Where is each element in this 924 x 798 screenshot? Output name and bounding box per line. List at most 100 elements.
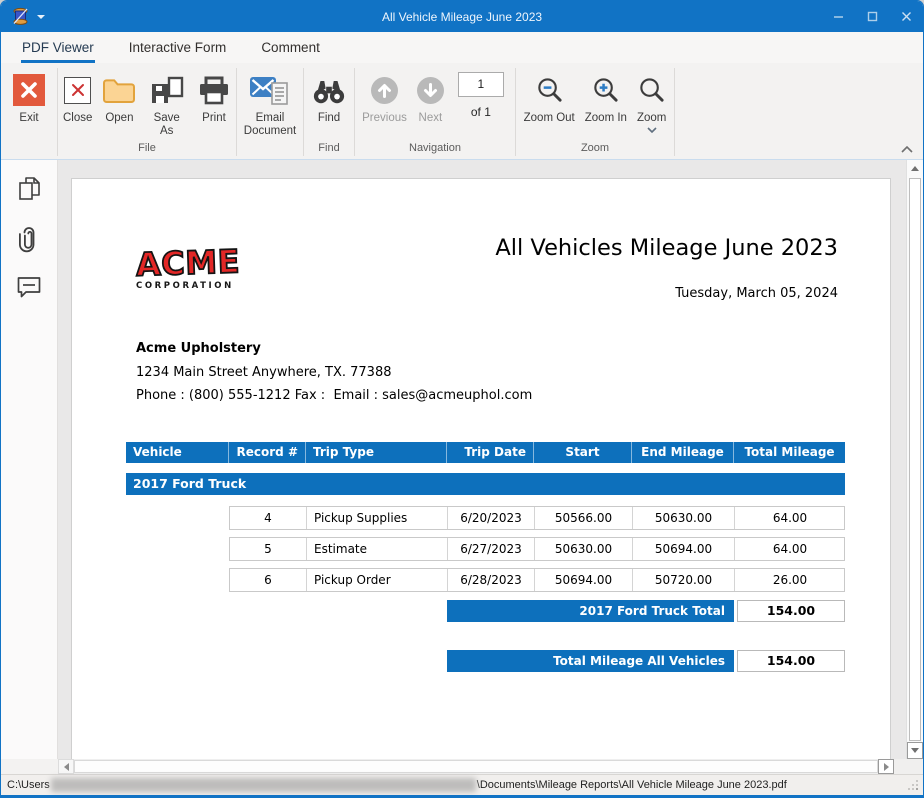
cell-record: 6 xyxy=(230,569,307,591)
horizontal-scroll-thumb[interactable] xyxy=(74,760,878,773)
zoom-out-button[interactable]: Zoom Out xyxy=(519,67,580,125)
cell-start: 50630.00 xyxy=(535,538,633,560)
ribbon-group-navigation: Previous Next 1 of 1 Navigation xyxy=(355,63,515,159)
email-document-icon xyxy=(249,74,291,107)
ribbon-group-file: Close Open xyxy=(58,63,236,159)
vertical-scrollbar[interactable] xyxy=(906,160,923,759)
left-panel-bar xyxy=(1,160,58,759)
cell-start: 50694.00 xyxy=(535,569,633,591)
scroll-up-button[interactable] xyxy=(907,160,923,177)
grand-total-row: Total Mileage All Vehicles 154.00 xyxy=(447,650,845,672)
pages-icon xyxy=(17,176,42,202)
exit-icon xyxy=(13,74,45,106)
ribbon-tab-row: PDF Viewer Interactive Form Comment xyxy=(1,32,923,63)
page-number-input[interactable]: 1 xyxy=(458,72,504,97)
table-header-row: Vehicle Record # Trip Type Trip Date Sta… xyxy=(126,442,845,463)
paperclip-icon xyxy=(18,224,40,253)
print-icon xyxy=(197,76,231,105)
report-date: Tuesday, March 05, 2024 xyxy=(675,286,838,301)
cell-trip-type: Pickup Supplies xyxy=(307,507,448,529)
close-doc-icon xyxy=(64,77,91,104)
tab-pdf-viewer[interactable]: PDF Viewer xyxy=(21,32,95,63)
cell-record: 4 xyxy=(230,507,307,529)
zoom-out-icon xyxy=(535,76,564,105)
exit-button[interactable]: Exit xyxy=(8,67,50,125)
arrow-down-circle-icon xyxy=(417,77,444,104)
email-document-button[interactable]: Email Document xyxy=(237,67,303,138)
arrow-up-circle-icon xyxy=(371,77,398,104)
report-title: All Vehicles Mileage June 2023 xyxy=(495,235,838,261)
pages-panel-button[interactable] xyxy=(13,173,45,205)
zoom-dropdown-button[interactable]: Zoom xyxy=(632,67,671,133)
cell-total: 26.00 xyxy=(735,569,845,591)
zoom-in-button[interactable]: Zoom In xyxy=(580,67,632,125)
collapse-ribbon-button[interactable] xyxy=(898,142,916,156)
open-button[interactable]: Open xyxy=(97,67,141,125)
vertical-scroll-thumb[interactable] xyxy=(909,178,921,741)
table-row: 6 Pickup Order 6/28/2023 50694.00 50720.… xyxy=(229,568,845,592)
tab-interactive-form[interactable]: Interactive Form xyxy=(128,32,228,63)
mileage-table: Vehicle Record # Trip Type Trip Date Sta… xyxy=(126,442,845,672)
print-button[interactable]: Print xyxy=(192,67,236,125)
header-total-mileage: Total Mileage xyxy=(734,442,845,463)
find-button[interactable]: Find xyxy=(307,67,351,125)
group-total-value: 154.00 xyxy=(737,600,845,622)
zoom-magnifier-icon xyxy=(637,76,666,105)
cell-trip-date: 6/27/2023 xyxy=(448,538,535,560)
comments-panel-button[interactable] xyxy=(13,271,45,303)
attachments-panel-button[interactable] xyxy=(13,222,45,254)
app-window: All Vehicle Mileage June 2023 xyxy=(0,0,924,798)
ribbon-group-email: Email Document xyxy=(237,63,303,159)
redacted-username xyxy=(51,778,476,792)
scroll-right-button[interactable] xyxy=(878,759,894,774)
cell-end: 50630.00 xyxy=(633,507,735,529)
tab-comment[interactable]: Comment xyxy=(260,32,321,63)
company-name: Acme Upholstery xyxy=(136,341,261,356)
ribbon-group-exit: Exit xyxy=(1,63,57,159)
save-as-icon xyxy=(149,76,185,105)
cell-trip-date: 6/28/2023 xyxy=(448,569,535,591)
vehicle-group-band: 2017 Ford Truck xyxy=(126,473,845,495)
cell-start: 50566.00 xyxy=(535,507,633,529)
file-path: \Documents\Mileage Reports\All Vehicle M… xyxy=(477,779,787,791)
title-bar: All Vehicle Mileage June 2023 xyxy=(1,1,923,32)
group-total-label: 2017 Ford Truck Total xyxy=(447,600,734,622)
horizontal-scrollbar[interactable] xyxy=(1,759,923,774)
page-number-widget: 1 of 1 xyxy=(449,67,513,119)
ribbon: Exit Close xyxy=(1,63,923,160)
chevron-down-icon xyxy=(647,127,657,133)
maximize-button[interactable] xyxy=(855,1,889,32)
ribbon-group-zoom: Zoom Out Zoom In xyxy=(516,63,674,159)
minimize-button[interactable] xyxy=(821,1,855,32)
group-label-navigation: Navigation xyxy=(355,141,515,159)
logo-text: ACME xyxy=(135,245,240,281)
cell-end: 50694.00 xyxy=(633,538,735,560)
scroll-left-button[interactable] xyxy=(58,759,74,774)
group-separator xyxy=(674,68,675,156)
comment-icon xyxy=(16,275,42,299)
header-end-mileage: End Mileage xyxy=(632,442,734,463)
group-label-file: File xyxy=(58,141,236,159)
close-button[interactable]: Close xyxy=(58,67,97,125)
resize-grip[interactable] xyxy=(916,788,918,790)
group-label-find: Find xyxy=(304,141,354,159)
group-total-row: 2017 Ford Truck Total 154.00 xyxy=(447,600,845,622)
cell-total: 64.00 xyxy=(735,538,845,560)
open-folder-icon xyxy=(102,77,136,104)
document-view-area[interactable]: ACME CORPORATION All Vehicles Mileage Ju… xyxy=(58,160,906,759)
group-label-zoom: Zoom xyxy=(516,141,674,159)
cell-total: 64.00 xyxy=(735,507,845,529)
header-trip-type: Trip Type xyxy=(306,442,447,463)
close-window-button[interactable] xyxy=(889,1,923,32)
header-start-mileage: Start Mileage xyxy=(534,442,632,463)
page-count-label: of 1 xyxy=(471,105,491,119)
previous-page-button[interactable]: Previous xyxy=(357,67,412,125)
cell-trip-type: Estimate xyxy=(307,538,448,560)
save-as-button[interactable]: Save As xyxy=(141,67,192,138)
header-vehicle: Vehicle xyxy=(126,442,229,463)
next-page-button[interactable]: Next xyxy=(412,67,449,125)
scroll-down-button[interactable] xyxy=(907,742,923,759)
pdf-page: ACME CORPORATION All Vehicles Mileage Ju… xyxy=(71,178,891,759)
find-binoculars-icon xyxy=(312,76,346,105)
cell-trip-date: 6/20/2023 xyxy=(448,507,535,529)
